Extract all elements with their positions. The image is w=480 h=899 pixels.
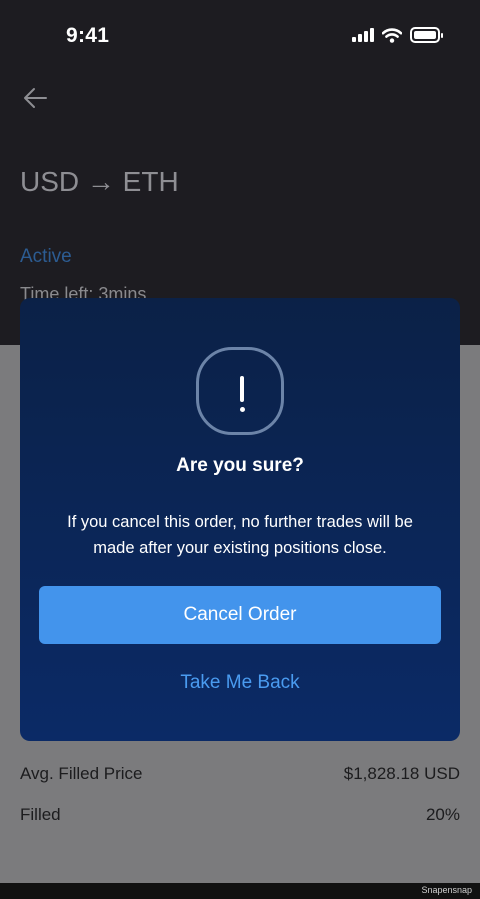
screen: 9:41 USD → ETH Active Time left: 3mins A… <box>0 0 480 899</box>
detail-row-avg-price: Avg. Filled Price $1,828.18 USD <box>20 764 460 784</box>
dialog-title: Are you sure? <box>176 455 304 476</box>
battery-icon <box>410 27 443 43</box>
status-icons <box>352 27 443 43</box>
detail-value: 20% <box>425 805 460 824</box>
footer-strip <box>0 883 480 899</box>
detail-label: Filled <box>20 805 61 824</box>
detail-row-filled: Filled 20% <box>20 805 460 825</box>
watermark: Snapensnap <box>421 885 472 895</box>
back-arrow-icon[interactable] <box>22 86 48 110</box>
detail-label: Avg. Filled Price <box>20 764 143 783</box>
confirm-dialog: Are you sure? If you cancel this order, … <box>20 298 460 741</box>
alert-icon <box>196 347 284 435</box>
dialog-message: If you cancel this order, no further tra… <box>67 513 413 557</box>
status-time: 9:41 <box>66 24 110 47</box>
page-title: USD → ETH <box>20 166 179 197</box>
cancel-order-button[interactable]: Cancel Order <box>39 586 441 644</box>
detail-value: $1,828.18 USD <box>343 764 460 783</box>
take-me-back-button[interactable]: Take Me Back <box>20 672 460 694</box>
order-status: Active <box>20 246 72 267</box>
signal-icon <box>352 28 374 42</box>
wifi-icon <box>382 27 402 43</box>
